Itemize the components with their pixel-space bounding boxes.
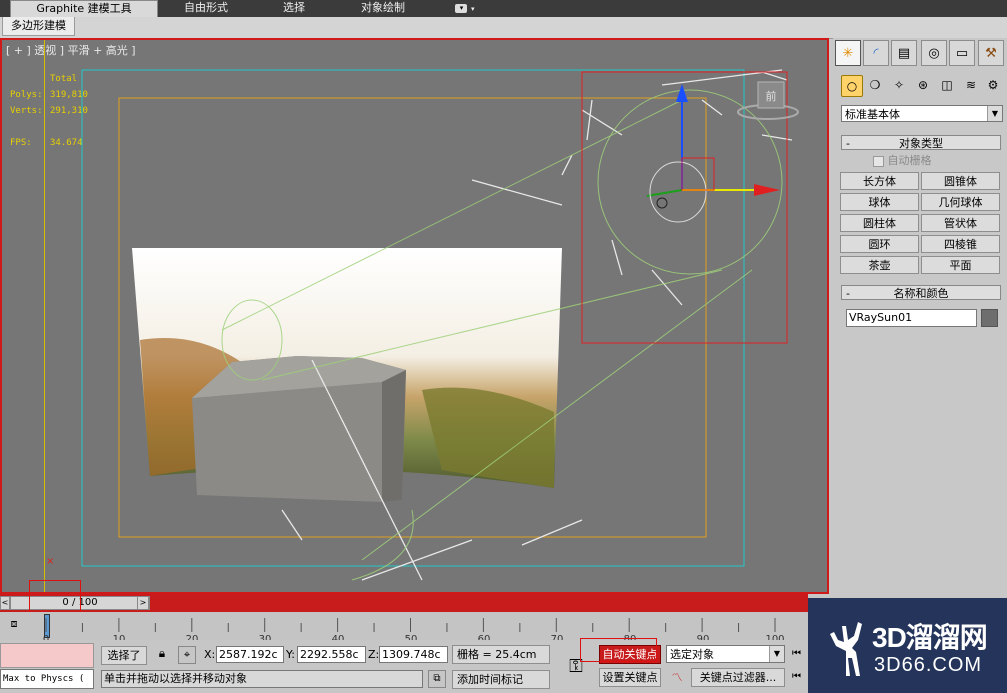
add-time-tag-button[interactable]: 添加时间标记 [452,670,550,689]
autogrid-label: 自动栅格 [887,154,932,167]
create-icon[interactable]: ✳ [835,40,861,66]
time-next-arrow[interactable]: > [137,596,149,610]
status-area: Max to Physcs ( 选择了 🔒︎ ⌖ X: 2587.192c Y:… [0,638,808,693]
key-mode-icon[interactable]: 〽 [667,669,687,687]
chevron-down-icon: ▼ [769,646,784,662]
lock-icon[interactable]: 🔒︎ [153,646,171,664]
selection-highlight-box [581,71,788,344]
x-label: X: [204,648,216,661]
selected-objects-value: 选定对象 [670,648,714,661]
z-label: Z: [368,648,380,661]
set-key-button[interactable]: 设置关键点 [599,668,661,687]
tab-object-paint[interactable]: 对象绘制 [342,0,424,16]
category-dropdown[interactable]: 标准基本体 ▼ [841,105,1003,122]
time-prev-arrow[interactable]: < [0,596,10,610]
selected-objects-dropdown[interactable]: 选定对象 ▼ [666,645,785,663]
ribbon-subbar: 多边形建模 [0,17,1007,39]
hierarchy-icon[interactable]: ▤ [891,40,917,66]
go-to-start-icon[interactable]: ⏮ [792,648,806,662]
perspective-viewport[interactable]: [ + ] 透视 ] 平滑 + 高光 ] Total Polys: 319,81… [0,38,829,594]
cylinder-button[interactable]: 圆柱体 [840,214,919,232]
world-axis-marker: × [46,556,54,567]
motion-icon[interactable]: ◎ [921,40,947,66]
time-tag-icon[interactable]: ⧉ [428,670,446,688]
systems-icon[interactable]: ⚙ [983,75,1003,95]
tab-polygon-modeling[interactable]: 多边形建模 [2,17,75,36]
object-type-rollout[interactable]: - 对象类型 [841,135,1001,150]
collapse-icon: - [846,287,850,300]
helpers-icon[interactable]: ◫ [937,75,957,95]
absolute-mode-icon[interactable]: ⌖ [178,646,196,664]
object-name-field[interactable]: VRaySun01 [846,309,977,327]
tab-selection[interactable]: 选择 [262,0,326,16]
track-bar[interactable]: ⧈ 0 10 20 30 40 50 60 70 80 90 100 [0,612,808,645]
cameras-icon[interactable]: ⊛ [913,75,933,95]
utilities-icon[interactable]: ⚒ [978,40,1004,66]
spacewarps-icon[interactable]: ≋ [961,75,981,95]
geometry-icon[interactable]: ○ [841,75,863,97]
teapot-button[interactable]: 茶壶 [840,256,919,274]
viewport-scene: 前 × [44,40,799,592]
cone-button[interactable]: 圆锥体 [921,172,1000,190]
logo-brand: 3D溜溜网 [872,622,988,653]
pyramid-button[interactable]: 四棱锥 [921,235,1000,253]
shapes-icon[interactable]: ❍ [865,75,885,95]
maxscript-listener-field[interactable]: Max to Physcs ( [0,669,94,689]
command-panel: ✳ ◜ ▤ ◎ ▭ ⚒ ○ ❍ ✧ ⊛ ◫ ≋ ⚙ 标准基本体 ▼ - 对象类型… [833,38,1007,598]
viewcube-label: 前 [766,89,777,103]
lights-icon[interactable]: ✧ [889,75,909,95]
tube-button[interactable]: 管状体 [921,214,1000,232]
object-type-title: 对象类型 [899,137,943,150]
sphere-button[interactable]: 球体 [840,193,919,211]
collapse-icon: - [846,137,850,150]
selection-status: 选择了 [101,646,147,665]
x-coordinate-field[interactable]: 2587.192c [216,646,284,663]
box-button[interactable]: 长方体 [840,172,919,190]
ribbon-tabbar: Graphite 建模工具 自由形式 选择 对象绘制 ▾ ▾ [0,0,1007,17]
plane-button[interactable]: 平面 [921,256,1000,274]
grid-status: 栅格 = 25.4cm [452,645,550,664]
previous-frame-icon[interactable]: ⏮ [792,671,806,685]
ribbon-options-caret: ▾ [470,5,475,13]
key-filters-button[interactable]: 关键点过滤器... [691,668,785,687]
ribbon-options-dropdown[interactable]: ▾ ▾ [452,0,478,16]
category-dropdown-value: 标准基本体 [845,108,900,121]
geosphere-button[interactable]: 几何球体 [921,193,1000,211]
track-ticks [45,618,776,632]
auto-key-highlight-box [580,638,657,662]
name-color-title: 名称和颜色 [893,287,949,300]
y-label: Y: [286,648,295,661]
y-coordinate-field[interactable]: 2292.558c [297,646,366,663]
ribbon-options-icon: ▾ [455,3,468,13]
torus-button[interactable]: 圆环 [840,235,919,253]
tab-graphite-modeling[interactable]: Graphite 建模工具 [10,0,158,17]
name-color-rollout[interactable]: - 名称和颜色 [841,285,1001,300]
autogrid-box [873,155,884,167]
tab-freeform[interactable]: 自由形式 [168,0,244,16]
maxscript-listener-top[interactable] [0,643,94,668]
modify-icon[interactable]: ◜ [863,40,889,66]
watermark-logo: 3D溜溜网 3D66.COM [808,598,1007,693]
z-coordinate-field[interactable]: 1309.748c [379,646,448,663]
display-icon[interactable]: ▭ [949,40,975,66]
chevron-down-icon: ▼ [987,106,1002,121]
prompt-line: 单击并拖动以选择并移动对象 [101,670,423,688]
box-side [382,370,406,502]
object-color-swatch[interactable] [981,309,998,327]
deer-icon [830,622,862,676]
logo-url: 3D66.COM [874,654,983,676]
safe-frame-line [44,40,45,592]
autogrid-checkbox[interactable]: 自动栅格 [873,154,932,168]
